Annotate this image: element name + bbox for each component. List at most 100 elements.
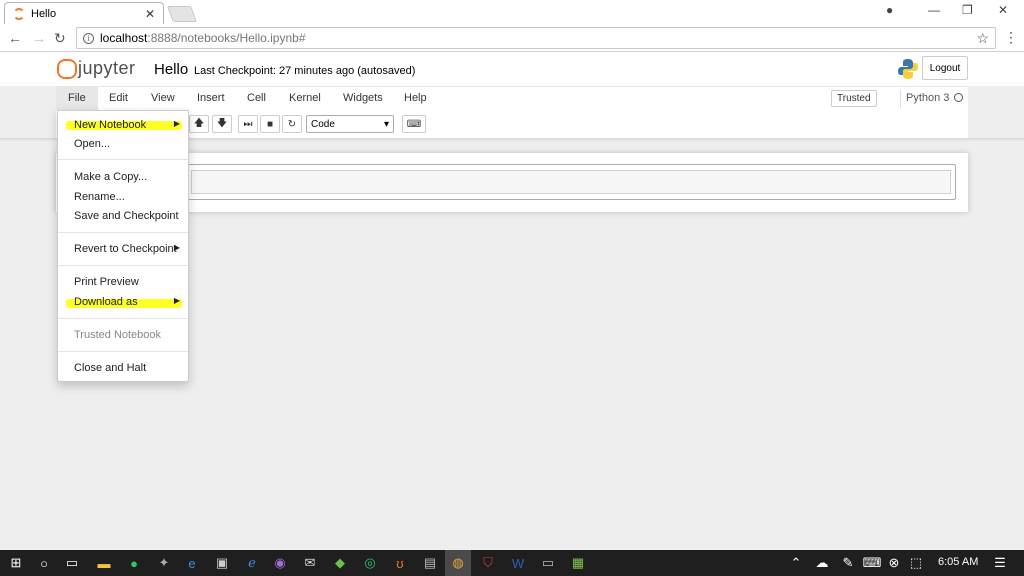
file-explorer-icon[interactable]: ▬ bbox=[96, 555, 112, 571]
close-window-icon[interactable]: ✕ bbox=[998, 3, 1008, 17]
bookmark-star-icon[interactable]: ☆ bbox=[976, 30, 989, 47]
jupyter-favicon-icon bbox=[13, 7, 25, 20]
keyboard-icon: ⌨ bbox=[406, 118, 422, 130]
settings-app-icon[interactable]: ✦ bbox=[156, 555, 172, 571]
store-icon[interactable]: ▣ bbox=[214, 555, 230, 571]
arrow-down-icon: 🡇 bbox=[216, 117, 228, 129]
cell-type-select[interactable]: Code ▾ bbox=[306, 115, 394, 133]
checkpoint-status: Last Checkpoint: 27 minutes ago (autosav… bbox=[194, 65, 416, 77]
cortana-icon[interactable]: ○ bbox=[36, 555, 52, 571]
menu-item-download-as[interactable]: Download as ▶ bbox=[74, 296, 186, 308]
file-dropdown-menu: New Notebook ▶ Open... Make a Copy... Ren… bbox=[57, 110, 189, 382]
menu-item-trusted-notebook: Trusted Notebook bbox=[74, 329, 162, 341]
jupyter-logo-icon bbox=[56, 58, 77, 79]
internet-explorer-icon[interactable]: ℯ bbox=[244, 555, 260, 571]
info-icon[interactable]: i bbox=[83, 32, 94, 44]
menu-item-print-preview[interactable]: Print Preview bbox=[74, 276, 186, 288]
code-cell[interactable] bbox=[186, 164, 956, 200]
onedrive-icon[interactable]: ☁ bbox=[814, 555, 830, 571]
move-down-button[interactable]: 🡇 bbox=[212, 115, 232, 133]
action-center-icon[interactable]: ☰ bbox=[992, 555, 1008, 571]
cell-type-value: Code bbox=[311, 118, 335, 130]
close-tab-icon[interactable]: ✕ bbox=[145, 7, 155, 21]
menu-item-new-notebook[interactable]: New Notebook ▶ bbox=[74, 119, 186, 131]
move-up-button[interactable]: 🡅 bbox=[189, 115, 209, 133]
arrow-up-icon: 🡅 bbox=[193, 117, 205, 129]
menu-divider bbox=[58, 265, 188, 266]
notebook-title[interactable]: Hello bbox=[154, 61, 188, 78]
taskbar-clock[interactable]: 6:05 AM bbox=[938, 556, 978, 568]
url-path: :8888/notebooks/Hello.ipynb# bbox=[147, 31, 306, 45]
minimize-icon[interactable]: — bbox=[928, 3, 940, 17]
select-caret-icon: ▾ bbox=[383, 118, 389, 130]
submenu-caret-icon: ▶ bbox=[173, 296, 180, 305]
menu-help[interactable]: Help bbox=[404, 92, 427, 104]
logout-button[interactable]: Logout bbox=[922, 56, 968, 80]
menu-kernel[interactable]: Kernel bbox=[289, 92, 321, 104]
kernel-name[interactable]: Python 3 bbox=[906, 92, 949, 104]
download-as-label: Download as bbox=[74, 296, 138, 308]
task-view-icon[interactable]: ▭ bbox=[64, 555, 80, 571]
profile-icon[interactable]: ● bbox=[886, 3, 893, 17]
pen-icon[interactable]: ✎ bbox=[840, 555, 856, 571]
menu-widgets[interactable]: Widgets bbox=[343, 92, 383, 104]
url-host: localhost bbox=[100, 31, 148, 45]
mail-icon[interactable]: ✉ bbox=[302, 555, 318, 571]
menu-item-save-checkpoint[interactable]: Save and Checkpoint bbox=[74, 210, 186, 222]
kernel-status-icon bbox=[954, 93, 963, 102]
app-icon[interactable]: ◉ bbox=[272, 555, 288, 571]
menu-item-make-copy[interactable]: Make a Copy... bbox=[74, 171, 186, 183]
app-monitor-icon[interactable]: ▭ bbox=[540, 555, 556, 571]
menu-file[interactable]: File bbox=[56, 87, 98, 110]
menu-item-close-halt[interactable]: Close and Halt bbox=[74, 362, 186, 374]
app-window-icon[interactable]: ▤ bbox=[422, 555, 438, 571]
menu-item-open[interactable]: Open... bbox=[74, 138, 186, 150]
forward-icon[interactable]: → bbox=[32, 30, 46, 46]
browser-tabstrip: Hello ✕ ● — ❐ ✕ bbox=[0, 0, 1024, 24]
command-palette-button[interactable]: ⌨ bbox=[402, 115, 426, 133]
revert-checkpoint-label: Revert to Checkpoint bbox=[74, 243, 177, 255]
browser-tab-title: Hello bbox=[31, 7, 57, 20]
browser-tab[interactable]: Hello ✕ bbox=[4, 2, 164, 24]
menu-divider bbox=[58, 159, 188, 160]
menu-item-revert-checkpoint[interactable]: Revert to Checkpoint ▶ bbox=[74, 243, 186, 255]
url-input[interactable]: i localhost:8888/notebooks/Hello.ipynb# … bbox=[76, 27, 996, 49]
app-ring-icon[interactable]: ◎ bbox=[362, 555, 378, 571]
menu-cell[interactable]: Cell bbox=[247, 92, 266, 104]
chrome-icon[interactable]: ◍ bbox=[450, 555, 466, 571]
new-tab-button[interactable] bbox=[167, 6, 197, 22]
interrupt-button[interactable]: ■ bbox=[260, 115, 280, 133]
windows-start-icon[interactable]: ⊞ bbox=[8, 555, 24, 571]
back-icon[interactable]: ← bbox=[8, 30, 22, 46]
word-icon[interactable]: W bbox=[510, 555, 526, 571]
reload-icon[interactable]: ↻ bbox=[54, 30, 66, 47]
menu-item-rename[interactable]: Rename... bbox=[74, 191, 186, 203]
trusted-indicator[interactable]: Trusted bbox=[831, 90, 877, 107]
app-notes-icon[interactable]: ▦ bbox=[570, 555, 586, 571]
browser-menu-icon[interactable]: ⋮ bbox=[1004, 29, 1018, 46]
jupyter-header: jupyter Hello Last Checkpoint: 27 minute… bbox=[0, 52, 1024, 86]
edge-icon[interactable]: e bbox=[184, 555, 200, 571]
app-diamond-icon[interactable]: ◆ bbox=[332, 555, 348, 571]
restore-icon[interactable]: ❐ bbox=[962, 3, 973, 17]
windows-taskbar: ⊞ ○ ▭ ▬ ● ✦ e ▣ ℯ ◉ ✉ ◆ ◎ ʊ ▤ ◍ ⛉ W ▭ ▦ … bbox=[0, 550, 1024, 576]
tray-chevron-up-icon[interactable]: ⌃ bbox=[788, 555, 804, 571]
keyboard-tray-icon[interactable]: ⌨ bbox=[863, 555, 882, 571]
messaging-app-icon[interactable]: ● bbox=[126, 555, 142, 571]
restart-button[interactable]: ↻ bbox=[282, 115, 302, 133]
menu-edit[interactable]: Edit bbox=[109, 92, 128, 104]
run-button[interactable]: ⏭ bbox=[238, 115, 258, 133]
jupyter-logo[interactable]: jupyter bbox=[56, 58, 136, 79]
network-disconnected-icon[interactable]: ⊗ bbox=[886, 555, 902, 571]
menu-divider bbox=[58, 351, 188, 352]
menu-view[interactable]: View bbox=[151, 92, 175, 104]
menu-insert[interactable]: Insert bbox=[197, 92, 225, 104]
python-logo-icon bbox=[898, 59, 918, 79]
address-bar: ← → ↻ i localhost:8888/notebooks/Hello.i… bbox=[0, 24, 1024, 52]
cell-input[interactable] bbox=[191, 170, 951, 194]
security-app-icon[interactable]: ⛉ bbox=[480, 555, 496, 571]
menu-divider bbox=[58, 232, 188, 233]
language-icon[interactable]: ⬚ bbox=[908, 555, 924, 571]
notebook-container bbox=[56, 153, 968, 212]
jupyter-taskbar-icon[interactable]: ʊ bbox=[392, 555, 408, 571]
